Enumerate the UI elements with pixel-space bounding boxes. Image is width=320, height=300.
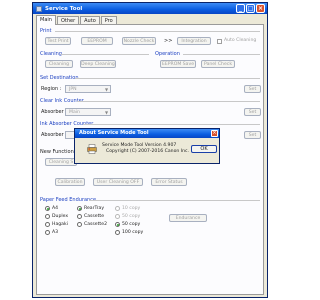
dialog-title: About Service Mode Tool [75,129,219,138]
set-destination-header: Set Destination [40,75,79,81]
minimize-icon[interactable]: _ [236,4,245,13]
auto-cleaning-label: Auto Cleaning [224,38,257,43]
arrow-separator: >> [164,38,173,44]
region-select[interactable]: JPN ▼ [65,85,111,93]
app-icon [36,5,42,12]
cleaning-button[interactable]: Cleaning [45,60,73,68]
nozzle-check-button[interactable]: Nozzle Check [122,37,156,45]
radio-a4[interactable] [45,206,50,211]
window-title: Service Tool [45,5,83,12]
dialog-close-icon[interactable]: × [211,130,218,137]
panel-check-button[interactable]: Panel Check [201,60,235,68]
label-cassette: Cassette [84,214,105,219]
operation-header: Operation [155,51,180,57]
error-status-button[interactable]: Error Status [151,178,187,186]
radio-cassette[interactable] [77,214,82,219]
auto-cleaning-checkbox[interactable] [217,39,222,44]
radio-reartray[interactable] [77,206,82,211]
eeprom-save-button[interactable]: EEPROM Save [160,60,196,68]
label-a3: A3 [52,230,59,235]
close-icon[interactable]: × [256,4,265,13]
deep-cleaning-button[interactable]: Deep Cleaning [80,60,116,68]
region-value: JPN [69,87,77,92]
cleaning-s-button[interactable]: Cleaning S [45,158,77,166]
ok-button[interactable]: OK [191,145,217,153]
ink-absorber-set-button[interactable]: Set [244,131,261,139]
radio-cassette2[interactable] [77,222,82,227]
divider [61,54,149,55]
integration-button[interactable]: Integration [177,37,211,45]
radio-50-copy-b[interactable] [115,222,120,227]
chevron-down-icon: ▼ [104,110,109,115]
radio-a3[interactable] [45,230,50,235]
label-100-copy: 100 copy [122,230,144,235]
radio-10-copy[interactable] [115,206,120,211]
chevron-down-icon: ▼ [104,87,109,92]
printer-icon [87,144,97,154]
tab-main[interactable]: Main [36,15,56,25]
title-bar: Service Tool _ □ × [33,3,267,14]
radio-50-copy-a[interactable] [115,214,120,219]
cleaning-header: Cleaning [40,51,62,57]
dialog-version-text: Service Mode Tool Version 4.907 [102,143,177,148]
divider [55,31,260,32]
calibration-button[interactable]: Calibration [55,178,85,186]
dialog-copyright-text: Copyright (C) 2007-2016 Canon Inc. [106,149,190,154]
user-cleaning-off-button[interactable]: User Cleaning OFF [93,178,143,186]
radio-hagaki[interactable] [45,222,50,227]
print-header: Print [40,28,52,34]
label-reartray: RearTray [84,206,105,211]
label-10-copy: 10 copy [122,206,141,211]
divider [183,54,260,55]
test-print-button[interactable]: Test Print [45,37,71,45]
radio-duplex[interactable] [45,214,50,219]
clear-ink-set-button[interactable]: Set [244,108,261,116]
label-hagaki: Hagaki [52,222,68,227]
paper-feed-header: Paper Feed Endurance [40,197,97,203]
region-label: Region : [41,86,62,92]
ink-absorber-label: Absorber [41,132,64,138]
label-50-copy-b: 50 copy [122,222,141,227]
clear-ink-absorber-label: Absorber [41,109,64,115]
divider [89,200,260,201]
set-destination-button[interactable]: Set [244,85,261,93]
label-a4: A4 [52,206,59,211]
eeprom-button[interactable]: EEPROM [81,37,113,45]
maximize-icon[interactable]: □ [246,4,255,13]
new-function-header: New Function [40,149,74,155]
about-dialog: About Service Mode Tool × Service Mode T… [74,128,220,164]
label-50-copy-a: 50 copy [122,214,141,219]
clear-ink-absorber-select[interactable]: Main ▼ [65,108,111,116]
clear-ink-value: Main [69,110,80,115]
divider [75,78,260,79]
endurance-button[interactable]: Endurance [169,214,207,222]
divider [77,101,260,102]
radio-100-copy[interactable] [115,230,120,235]
divider [83,124,260,125]
label-duplex: Duplex [52,214,69,219]
label-cassette2: Cassette2 [84,222,107,227]
